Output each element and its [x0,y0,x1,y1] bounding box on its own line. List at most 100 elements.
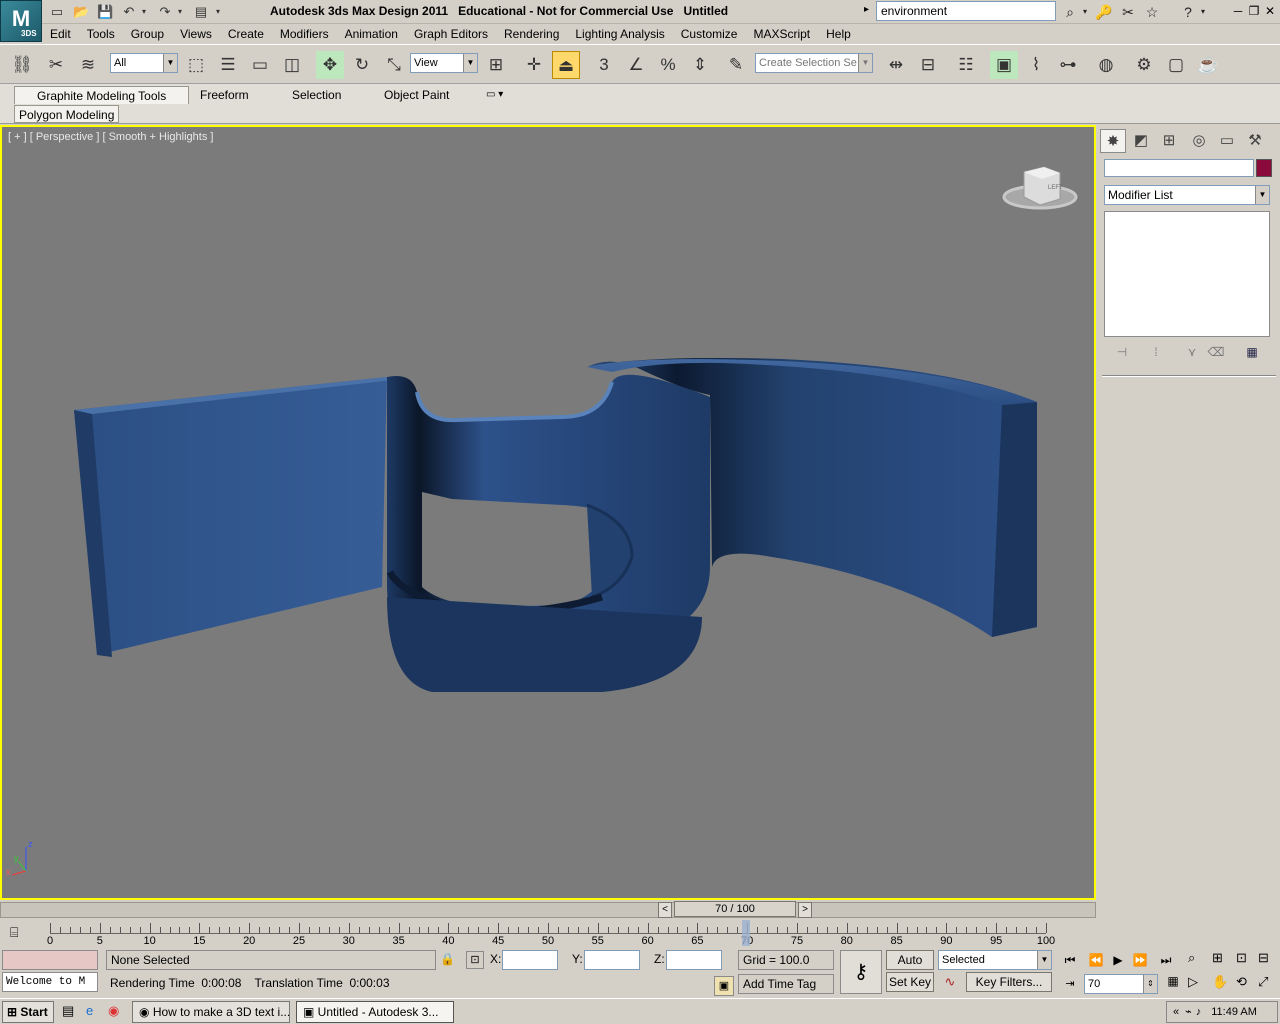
y-coordinate-field[interactable] [584,950,640,970]
save-file-icon[interactable]: 💾 [96,3,114,21]
angle-snap-icon[interactable]: ∠ [622,51,650,79]
menu-modifiers[interactable]: Modifiers [272,24,337,44]
zoom-icon[interactable]: ⌕ [1188,950,1206,970]
modifier-list-dropdown[interactable]: Modifier List ▼ [1104,185,1270,205]
go-to-start-icon[interactable]: ⏮ [1060,950,1080,970]
remove-modifier-icon[interactable]: ⌫ [1206,345,1226,363]
material-editor-icon[interactable]: ◍ [1092,51,1120,79]
x-coordinate-field[interactable] [502,950,558,970]
auto-key-button[interactable]: Auto Key [886,950,934,985]
orbit-icon[interactable]: ⟲ [1236,974,1254,994]
schematic-view-icon[interactable]: ⊶ [1054,51,1082,79]
quicklaunch-explorer-icon[interactable]: ▤ [62,1003,74,1019]
current-frame-field[interactable]: 70 ⇕ [1084,974,1158,994]
panel-polygon-modeling[interactable]: Polygon Modeling [14,105,120,123]
help-icon[interactable]: ? [1178,2,1198,22]
bind-to-space-warp-icon[interactable]: ≋ [74,51,102,79]
maxscript-mini-listener-pink[interactable] [2,950,98,970]
taskbar-item-3dsmax[interactable]: ▣ Untitled - Autodesk 3... [296,1001,454,1023]
network-icon[interactable]: ⌁ [1185,1002,1192,1022]
create-tab-icon[interactable]: ✸ [1100,129,1126,153]
select-and-scale-icon[interactable]: ⤡ [380,51,408,79]
perspective-viewport[interactable]: [ + ] [ Perspective ] [ Smooth + Highlig… [0,125,1096,900]
select-and-manipulate-icon[interactable]: ✛ [520,51,548,79]
menu-lighting-analysis[interactable]: Lighting Analysis [567,24,672,44]
go-to-end-icon[interactable]: ⏭ [1156,950,1176,970]
hierarchy-tab-icon[interactable]: ⊞ [1156,129,1182,153]
configure-modifier-sets-icon[interactable]: ▦ [1242,345,1262,363]
motion-tab-icon[interactable]: ◎ [1186,129,1212,153]
selection-lock-icon[interactable]: 🔒 [440,952,455,966]
maximize-viewport-icon[interactable]: ⤢ [1258,974,1276,994]
communication-center-icon[interactable]: ✂ [1118,2,1138,22]
menu-views[interactable]: Views [172,24,220,44]
curve-editor-icon[interactable]: ⌇ [1022,51,1050,79]
tab-freeform[interactable]: Freeform [178,86,271,104]
rectangular-selection-icon[interactable]: ▭ [246,51,274,79]
rendered-frame-window-icon[interactable]: ▢ [1162,51,1190,79]
menu-maxscript[interactable]: MAXScript [745,24,818,44]
current-frame-marker[interactable] [742,920,750,946]
subscription-icon[interactable]: 🔑 [1094,2,1114,22]
default-tangent-icon[interactable]: ∿ [940,974,960,992]
spinner-snap-icon[interactable]: ⇕ [686,51,714,79]
volume-icon[interactable]: ♪ [1196,1002,1202,1022]
object-color-swatch[interactable] [1256,159,1272,177]
menu-tools[interactable]: Tools [79,24,123,44]
tab-object-paint[interactable]: Object Paint [362,86,471,104]
favorites-star-icon[interactable]: ☆ [1142,2,1162,22]
pan-view-icon[interactable]: ✋ [1212,974,1230,994]
time-slider[interactable]: < 70 / 100 > [0,900,1096,920]
restore-icon[interactable]: ❐ [1246,2,1262,20]
select-and-link-icon[interactable]: ⛓ [8,51,36,79]
menu-group[interactable]: Group [123,24,172,44]
next-frame-icon[interactable]: ⏩ [1130,950,1150,970]
open-file-icon[interactable]: 📂 [72,3,90,21]
time-slider-next-button[interactable]: > [798,902,812,918]
undo-icon[interactable]: ↶ [120,3,138,21]
taskbar-item-browser[interactable]: ◉ How to make a 3D text i... [132,1001,290,1023]
previous-frame-icon[interactable]: ⏪ [1086,950,1106,970]
add-time-tag-button[interactable]: Add Time Tag [738,974,834,994]
help-dropdown-icon[interactable]: ▾ [1198,2,1208,22]
key-filters-button[interactable]: Key Filters... [966,972,1052,992]
app-logo-button[interactable]: M 3DS [0,0,42,42]
menu-edit[interactable]: Edit [42,24,79,44]
object-name-field[interactable] [1104,159,1254,177]
select-and-rotate-icon[interactable]: ↻ [348,51,376,79]
binoculars-icon[interactable]: ⌕ [1060,2,1080,22]
open-mini-curve-editor-icon[interactable]: ⌸ [10,924,18,941]
absolute-mode-transform-icon[interactable]: ⊡ [466,951,484,969]
quick-access-dropdown-icon[interactable]: ▾ [212,3,224,21]
viewcube[interactable]: LEFT [1002,166,1078,210]
search-expand-icon[interactable]: ▸ [864,4,869,15]
track-bar[interactable]: ⌸ 05101520253035404550556065707580859095… [0,920,1096,948]
select-by-name-icon[interactable]: ☰ [214,51,242,79]
layer-manager-icon[interactable]: ☷ [952,51,980,79]
time-tag-icon[interactable]: ▣ [714,976,734,996]
start-button[interactable]: ⊞ Start [2,1001,54,1023]
graphite-toggle-icon[interactable]: ▣ [990,51,1018,79]
z-coordinate-field[interactable] [666,950,722,970]
close-icon[interactable]: ✕ [1262,2,1278,20]
menu-animation[interactable]: Animation [337,24,406,44]
time-slider-track[interactable] [0,902,1096,918]
make-unique-icon[interactable]: ⋎ [1182,345,1202,363]
frame-ruler[interactable]: 0510152025303540455055606570758085909510… [47,922,1055,947]
reference-coordinate-dropdown[interactable]: View ▼ [410,53,478,73]
pivot-center-icon[interactable]: ⊞ [482,51,510,79]
modifier-stack[interactable] [1104,211,1270,337]
mirror-icon[interactable]: ⇹ [882,51,910,79]
redo-icon[interactable]: ↷ [156,3,174,21]
tab-graphite-modeling-tools[interactable]: Graphite Modeling Tools [14,86,190,104]
set-key-button[interactable]: Set Key [886,972,934,992]
zoom-all-icon[interactable]: ⊞ [1212,950,1230,970]
select-and-move-icon[interactable]: ✥ [316,51,344,79]
field-of-view-icon[interactable]: ▷ [1188,974,1206,994]
play-icon[interactable]: ▶ [1108,950,1128,970]
time-slider-prev-button[interactable]: < [658,902,672,918]
unlink-selection-icon[interactable]: ✂ [42,51,70,79]
selection-filter-dropdown[interactable]: All ▼ [110,53,178,73]
maxscript-mini-listener-white[interactable]: Welcome to M [2,972,98,992]
modify-tab-icon[interactable]: ◩ [1128,129,1154,153]
